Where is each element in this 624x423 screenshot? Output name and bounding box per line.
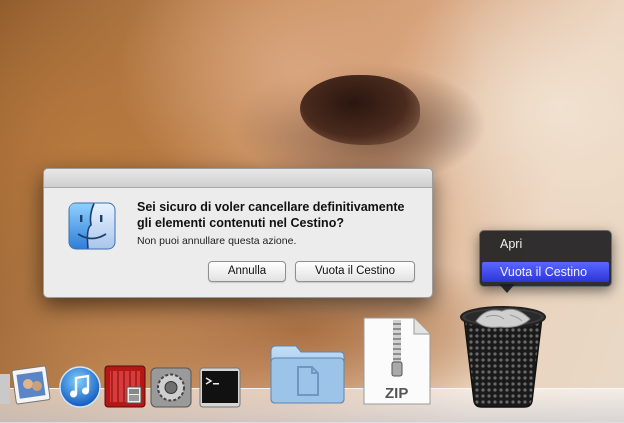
terminal-icon[interactable] bbox=[199, 367, 241, 408]
wallpaper-lion-nose bbox=[300, 75, 420, 145]
alert-message: Non puoi annullare questa azione. bbox=[137, 235, 297, 247]
zip-label: ZIP bbox=[385, 385, 409, 402]
alert-titlebar bbox=[44, 169, 432, 188]
itunes-icon[interactable] bbox=[59, 366, 101, 408]
context-menu-pointer bbox=[499, 284, 515, 293]
menu-item-empty-trash[interactable]: Vuota il Cestino bbox=[482, 262, 609, 282]
photos-icon[interactable] bbox=[0, 364, 52, 408]
empty-trash-button[interactable]: Vuota il Cestino bbox=[295, 261, 415, 282]
menu-item-open[interactable]: Apri bbox=[482, 234, 609, 254]
empty-trash-alert: Sei sicuro di voler cancellare definitiv… bbox=[43, 168, 433, 298]
trash-icon[interactable] bbox=[456, 303, 550, 409]
finder-icon bbox=[68, 202, 116, 250]
folder-icon[interactable] bbox=[268, 343, 346, 405]
alert-title: Sei sicuro di voler cancellare definitiv… bbox=[137, 200, 405, 230]
cancel-button[interactable]: Annulla bbox=[208, 261, 286, 282]
photo-booth-icon[interactable] bbox=[104, 365, 146, 408]
trash-context-menu: Apri Vuota il Cestino bbox=[479, 230, 612, 287]
gear-icon[interactable] bbox=[150, 367, 192, 408]
